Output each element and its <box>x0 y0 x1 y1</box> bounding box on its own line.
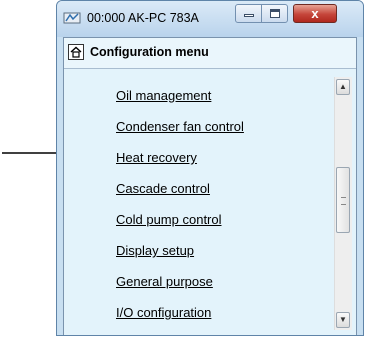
menu-title: Configuration menu <box>90 45 209 59</box>
maximize-button[interactable] <box>261 4 288 23</box>
window-title: 00:000 AK-PC 783A <box>87 11 199 25</box>
scroll-down-button[interactable]: ▼ <box>336 312 350 328</box>
scrollbar-thumb[interactable] <box>336 167 350 233</box>
menu-item-io-configuration[interactable]: I/O configuration <box>116 305 211 320</box>
configuration-panel: Configuration menu Oil management Conden… <box>63 37 357 335</box>
menu-item-oil-management[interactable]: Oil management <box>116 88 211 103</box>
vertical-scrollbar[interactable]: ▲ ▼ <box>334 77 352 330</box>
close-icon: x <box>311 6 319 21</box>
menu-item-display-setup[interactable]: Display setup <box>116 243 194 258</box>
minimize-button[interactable] <box>235 4 262 23</box>
minimize-icon <box>244 14 254 17</box>
menu-list: Oil management Condenser fan control Hea… <box>64 69 356 335</box>
menu-item-cold-pump-control[interactable]: Cold pump control <box>116 212 222 227</box>
menu-header: Configuration menu <box>64 38 356 69</box>
scroll-up-button[interactable]: ▲ <box>336 79 350 95</box>
network-device-icon <box>63 12 81 24</box>
title-bar[interactable]: 00:000 AK-PC 783A x <box>57 1 363 37</box>
grip-icon <box>341 197 346 205</box>
menu-item-general-purpose[interactable]: General purpose <box>116 274 213 289</box>
menu-item-condenser-fan-control[interactable]: Condenser fan control <box>116 119 244 134</box>
close-button[interactable]: x <box>293 4 337 23</box>
menu-item-heat-recovery[interactable]: Heat recovery <box>116 150 197 165</box>
menu-item-cascade-control[interactable]: Cascade control <box>116 181 210 196</box>
home-icon[interactable] <box>68 44 84 60</box>
maximize-icon <box>270 9 280 18</box>
app-window: 00:000 AK-PC 783A x Configuration menu O… <box>56 0 364 336</box>
